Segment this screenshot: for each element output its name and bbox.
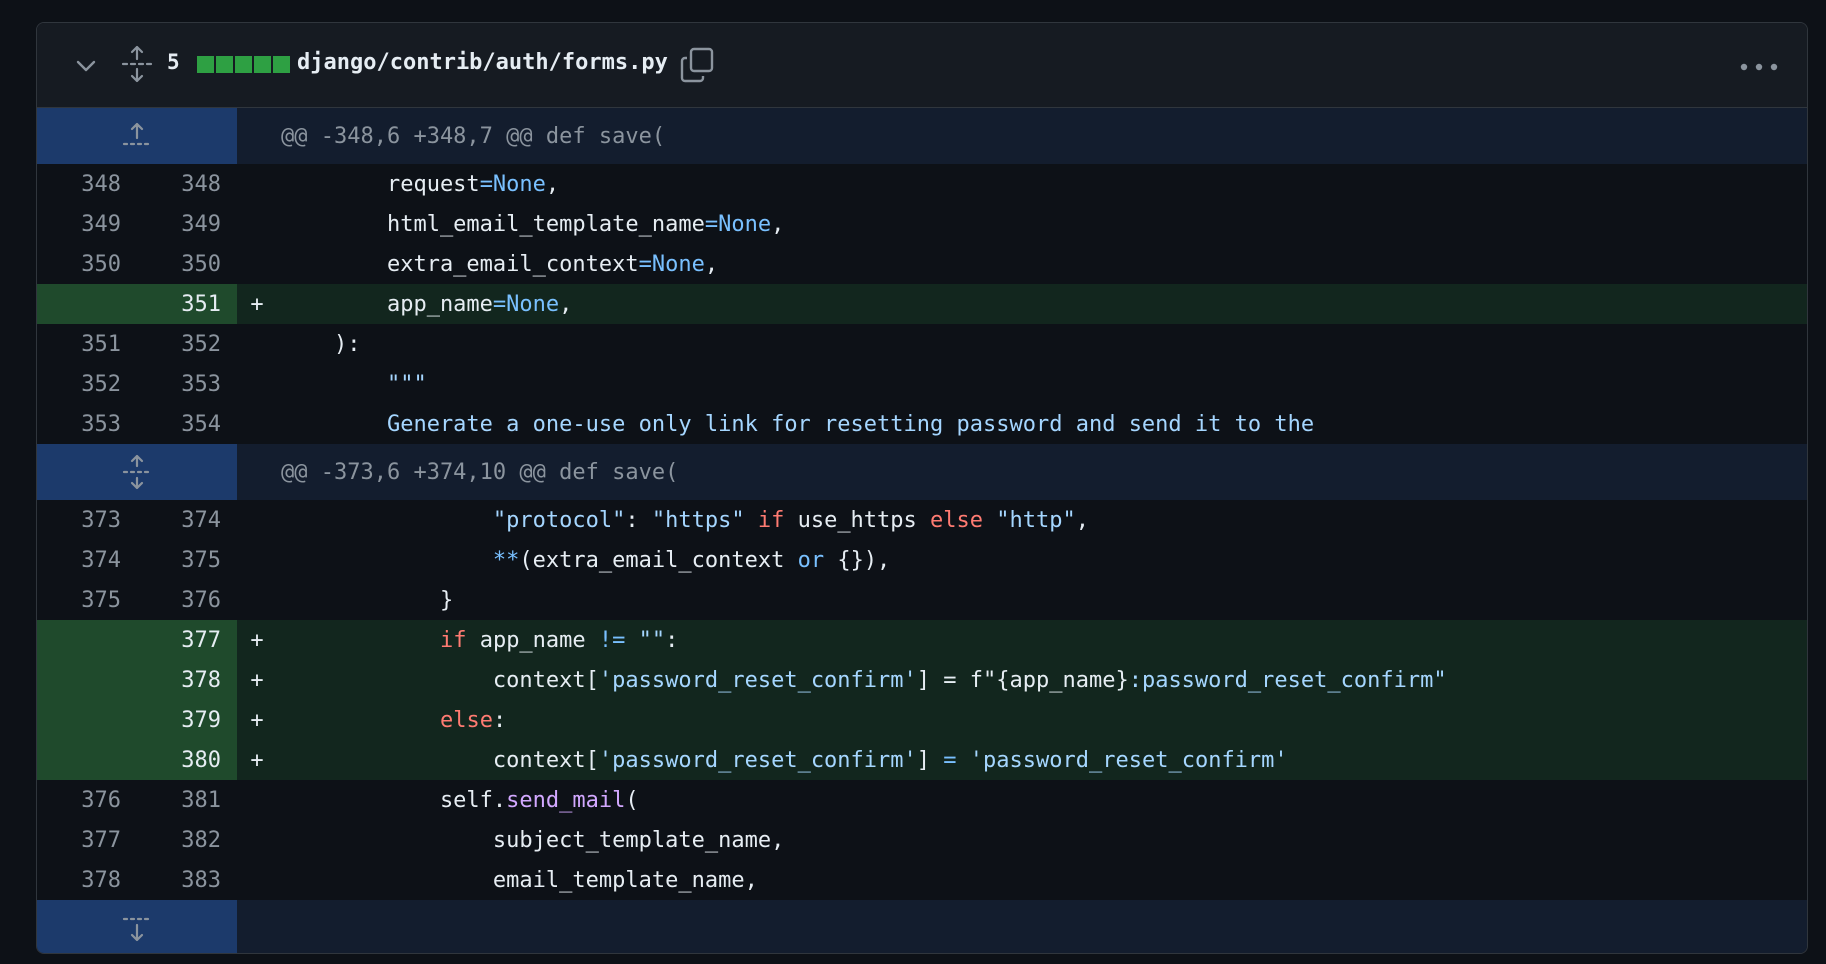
new-line-number[interactable]: 377 xyxy=(121,628,221,653)
old-line-number[interactable]: 352 xyxy=(37,372,121,397)
hunk-header-text: @@ -373,6 +374,10 @@ def save( xyxy=(281,459,679,485)
code-line: else: xyxy=(439,707,507,733)
unfold-icon[interactable] xyxy=(121,45,153,83)
diff-line: 349 349 html_email_template_name=None, xyxy=(37,204,1807,244)
new-line-number[interactable]: 382 xyxy=(121,828,221,853)
old-line-number[interactable]: 376 xyxy=(37,788,121,813)
kebab-horizontal-icon[interactable] xyxy=(1739,63,1779,71)
diff-line: 352 353 """ xyxy=(37,364,1807,404)
diff-line: 374 375 **(extra_email_context or {}), xyxy=(37,540,1807,580)
expand-button[interactable] xyxy=(37,444,237,500)
diff-line: 348 348 request=None, xyxy=(37,164,1807,204)
file-header: 5 django/contrib/auth/forms.py xyxy=(37,23,1807,108)
expand-up-button[interactable] xyxy=(37,108,237,164)
new-line-number[interactable]: 379 xyxy=(121,708,221,733)
diff-line-added: 378 + context['password_reset_confirm'] … xyxy=(37,660,1807,700)
new-line-number[interactable]: 349 xyxy=(121,212,221,237)
fold-up-icon xyxy=(122,122,150,146)
new-line-number[interactable]: 354 xyxy=(121,412,221,437)
old-line-number[interactable]: 377 xyxy=(37,828,121,853)
diff-table: @@ -348,6 +348,7 @@ def save( 348 348 req… xyxy=(37,108,1807,953)
diffstat-bar xyxy=(216,56,233,73)
old-line-number[interactable]: 351 xyxy=(37,332,121,357)
diff-marker: + xyxy=(250,747,264,773)
diff-marker: + xyxy=(250,627,264,653)
code-line: self.send_mail( xyxy=(281,787,639,813)
new-line-number[interactable]: 351 xyxy=(121,292,221,317)
old-line-number[interactable]: 353 xyxy=(37,412,121,437)
old-line-number[interactable]: 378 xyxy=(37,868,121,893)
code-line: ): xyxy=(281,331,361,357)
diff-line: 351 352 ): xyxy=(37,324,1807,364)
new-line-number[interactable]: 352 xyxy=(121,332,221,357)
file-path[interactable]: django/contrib/auth/forms.py xyxy=(297,50,668,75)
unfold-icon xyxy=(122,454,150,490)
diff-line: 350 350 extra_email_context=None, xyxy=(37,244,1807,284)
new-line-number[interactable]: 353 xyxy=(121,372,221,397)
hunk-header: @@ -348,6 +348,7 @@ def save( xyxy=(37,108,1807,164)
diff-file-container: 5 django/contrib/auth/forms.py @@ -348,6… xyxy=(36,22,1808,954)
diff-line: 378 383 email_template_name, xyxy=(37,860,1807,900)
new-line-number[interactable]: 350 xyxy=(121,252,221,277)
diffstat-bar xyxy=(235,56,252,73)
code-line: request=None, xyxy=(281,171,560,197)
code-line: email_template_name, xyxy=(281,867,758,893)
diff-marker: + xyxy=(250,707,264,733)
code-line: } xyxy=(281,587,454,613)
code-line: Generate a one-use only link for resetti… xyxy=(281,411,1315,437)
diff-marker: + xyxy=(250,291,264,317)
code-line: app_name=None, xyxy=(281,291,573,317)
new-line-number[interactable]: 383 xyxy=(121,868,221,893)
diffstat-bars xyxy=(197,56,290,73)
diff-line: 377 382 subject_template_name, xyxy=(37,820,1807,860)
old-line-number[interactable]: 349 xyxy=(37,212,121,237)
code-line: html_email_template_name=None, xyxy=(281,211,785,237)
new-line-number[interactable]: 375 xyxy=(121,548,221,573)
old-line-number[interactable]: 373 xyxy=(37,508,121,533)
change-count: 5 xyxy=(167,50,180,74)
code-line: **(extra_email_context or {}), xyxy=(492,547,891,573)
copy-icon[interactable] xyxy=(680,47,714,83)
new-line-number[interactable]: 348 xyxy=(121,172,221,197)
diff-marker: + xyxy=(250,667,264,693)
code-line: subject_template_name, xyxy=(281,827,785,853)
diffstat-bar xyxy=(273,56,290,73)
new-line-number[interactable]: 381 xyxy=(121,788,221,813)
new-line-number[interactable]: 378 xyxy=(121,668,221,693)
new-line-number[interactable]: 374 xyxy=(121,508,221,533)
code-line: context['password_reset_confirm'] = 'pas… xyxy=(281,747,1288,773)
code-line: context['password_reset_confirm'] = f"{a… xyxy=(281,667,1447,693)
old-line-number[interactable]: 374 xyxy=(37,548,121,573)
code-line: if app_name != "": xyxy=(439,627,679,653)
diff-line: 373 374 "protocol": "https" if use_https … xyxy=(37,500,1807,540)
code-line: extra_email_context=None, xyxy=(281,251,719,277)
diff-line-added: 379 + else: xyxy=(37,700,1807,740)
fold-down-icon xyxy=(122,917,150,942)
code-line: "protocol": "https" if use_https else "h… xyxy=(492,507,1089,533)
new-line-number[interactable]: 376 xyxy=(121,588,221,613)
hunk-footer xyxy=(37,900,1807,953)
diff-line-added: 351 + app_name=None, xyxy=(37,284,1807,324)
diff-line-added: 377 + if app_name != "": xyxy=(37,620,1807,660)
diff-line: 375 376 } xyxy=(37,580,1807,620)
diff-line: 353 354 Generate a one-use only link for … xyxy=(37,404,1807,444)
diff-line: 376 381 self.send_mail( xyxy=(37,780,1807,820)
code-line: """ xyxy=(281,371,427,397)
old-line-number[interactable]: 348 xyxy=(37,172,121,197)
diff-line-added: 380 + context['password_reset_confirm'] … xyxy=(37,740,1807,780)
hunk-header-text: @@ -348,6 +348,7 @@ def save( xyxy=(281,123,666,149)
diffstat-bar xyxy=(254,56,271,73)
expand-down-button[interactable] xyxy=(37,900,237,953)
chevron-down-icon[interactable] xyxy=(73,53,99,79)
hunk-header: @@ -373,6 +374,10 @@ def save( xyxy=(37,444,1807,500)
old-line-number[interactable]: 375 xyxy=(37,588,121,613)
diffstat-bar xyxy=(197,56,214,73)
old-line-number[interactable]: 350 xyxy=(37,252,121,277)
new-line-number[interactable]: 380 xyxy=(121,748,221,773)
